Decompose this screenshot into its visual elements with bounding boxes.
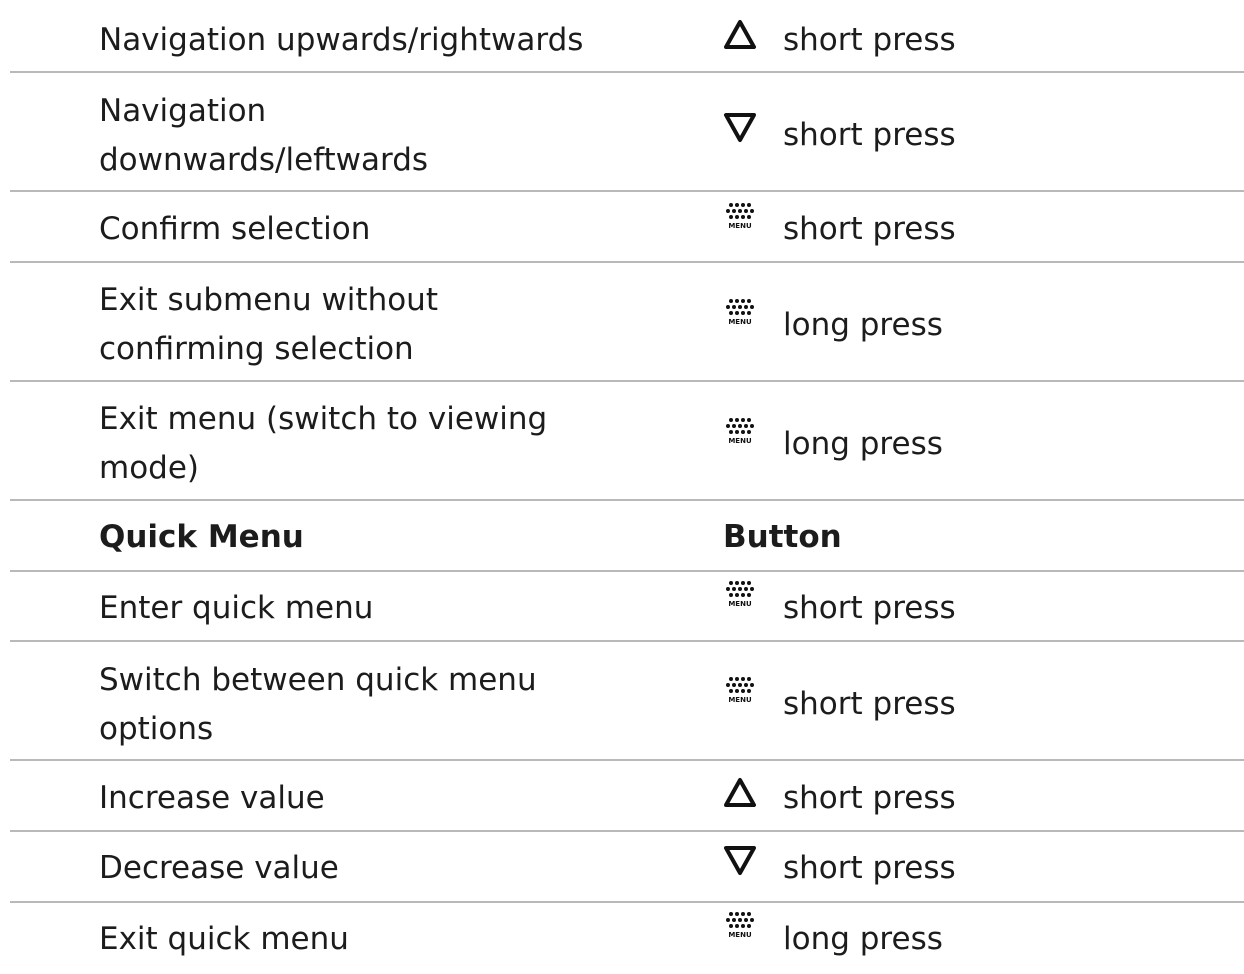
row-description: Enter quick menu	[99, 590, 374, 626]
up-triangle-icon	[723, 18, 757, 54]
row-description: Increase value	[99, 780, 325, 816]
row-action: long press	[783, 307, 943, 343]
row-description: Exit menu (switch to viewing mode)	[99, 401, 548, 486]
row-action: short press	[783, 850, 956, 886]
svg-text:MENU: MENU	[728, 600, 752, 608]
row-description: Exit submenu without confirming selectio…	[99, 282, 438, 367]
row-description: Exit quick menu	[99, 921, 349, 957]
svg-text:MENU: MENU	[728, 696, 752, 704]
section-header-row: Quick Menu Button	[10, 501, 1244, 572]
controls-table: Navigation upwards/rightwards short pres…	[10, 0, 1244, 974]
svg-text:MENU: MENU	[728, 931, 752, 939]
menu-button-icon: MENU	[723, 415, 757, 451]
table-row: Switch between quick menu options MENU s…	[10, 642, 1244, 761]
down-triangle-icon	[723, 109, 757, 145]
row-description: Navigation upwards/rightwards	[99, 22, 584, 58]
table-row: Exit menu (switch to viewing mode) MENU …	[10, 382, 1244, 501]
svg-text:MENU: MENU	[728, 437, 752, 445]
row-action: short press	[783, 211, 956, 247]
down-triangle-icon	[723, 842, 757, 878]
button-column-header: Button	[723, 519, 842, 555]
row-action: long press	[783, 426, 943, 462]
table-row: Decrease value short press	[10, 832, 1244, 903]
table-row: Confirm selection MENU short press	[10, 192, 1244, 263]
table-row: Navigation upwards/rightwards short pres…	[10, 0, 1244, 73]
menu-button-icon: MENU	[723, 296, 757, 332]
row-action: short press	[783, 22, 956, 58]
row-description: Switch between quick menu options	[99, 662, 537, 747]
svg-text:MENU: MENU	[728, 222, 752, 230]
row-action: short press	[783, 780, 956, 816]
table-row: Increase value short press	[10, 761, 1244, 832]
table-row: Enter quick menu MENU short press	[10, 572, 1244, 642]
section-header-label: Quick Menu	[99, 519, 304, 555]
row-description: Confirm selection	[99, 211, 371, 247]
svg-text:MENU: MENU	[728, 318, 752, 326]
row-action: short press	[783, 686, 956, 722]
table-row: Exit submenu without confirming selectio…	[10, 263, 1244, 382]
table-row: Navigation downwards/leftwards short pre…	[10, 73, 1244, 192]
menu-button-icon: MENU	[723, 200, 757, 236]
table-row: Exit quick menu MENU long press	[10, 903, 1244, 974]
row-action: short press	[783, 117, 956, 153]
menu-button-icon: MENU	[723, 578, 757, 614]
row-action: short press	[783, 590, 956, 626]
row-description: Decrease value	[99, 850, 339, 886]
row-action: long press	[783, 921, 943, 957]
up-triangle-icon	[723, 776, 757, 812]
menu-button-icon: MENU	[723, 909, 757, 945]
row-description: Navigation downwards/leftwards	[99, 93, 429, 178]
menu-button-icon: MENU	[723, 674, 757, 710]
